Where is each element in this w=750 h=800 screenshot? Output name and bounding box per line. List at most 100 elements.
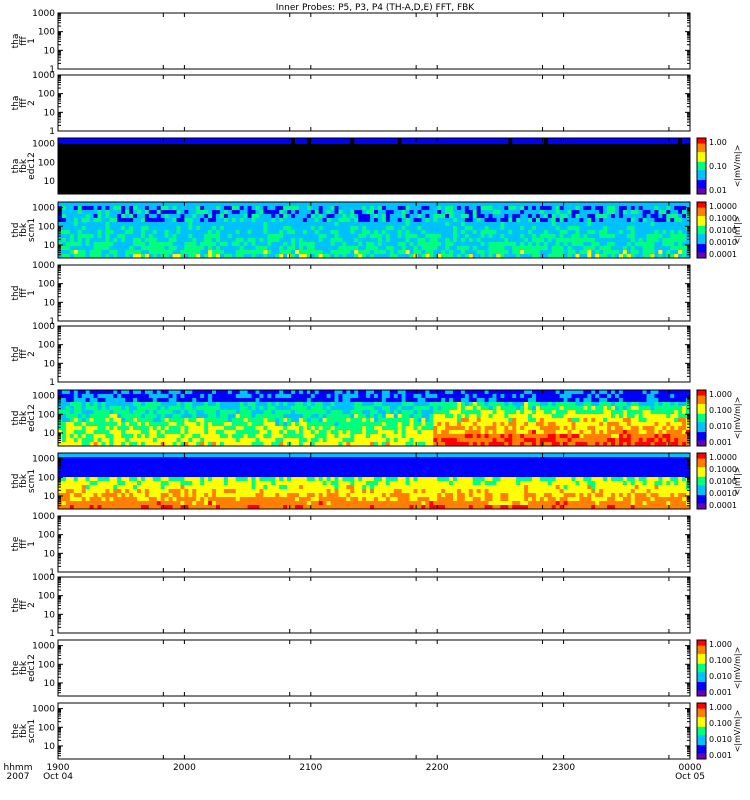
- panel-thd-fbk-edc12-cell: [306, 438, 312, 443]
- panel-thd-fbk-edc12-cell: [164, 426, 169, 431]
- panel-thd-fbk-scm1-cell: [314, 210, 320, 215]
- panel-thd-fbk-edc12-cell: [101, 438, 106, 443]
- panel-thd-fbk-scm1-cell: [441, 234, 446, 239]
- panel-thd-fbk-scm1-cell: [298, 214, 304, 219]
- panel-thd-fbk-edc12-cell: [137, 426, 142, 431]
- panel-thd-fbk-edc12-cell: [129, 434, 134, 439]
- panel-thd-fbk-scm1-cell: [342, 222, 347, 227]
- panel-thd-fbk-scm1-cell: [318, 238, 324, 243]
- panel-thd-fbk-scm1-cell: [326, 206, 331, 211]
- panel-thd-fbk-scm1-cell: [682, 202, 687, 207]
- panel-thd-fbk-scm1-cell: [575, 230, 580, 235]
- panel-thd-fbk-scm1-cell: [453, 210, 458, 215]
- panel-thd-fbk-scm1-cell: [287, 234, 292, 239]
- panel-thd-fbk-edc12-cell: [89, 430, 94, 435]
- panel-thd-fbk-scm1-cell: [271, 250, 276, 255]
- panel-tha-fbk-edc12-cell: [634, 138, 640, 144]
- panel-thd-fbk-scm1-cell: [89, 242, 94, 247]
- panel-tha-fbk-edc12-cell: [389, 138, 395, 144]
- panel-thd-fbk-scm1-cell: [500, 210, 505, 215]
- panel-thd-fbk-edc12-cell: [137, 422, 142, 427]
- panel-tha-fbk-edc12-cell: [571, 138, 576, 144]
- panel-thd-fbk-scm1-cell: [212, 246, 217, 251]
- panel-thd-fbk-scm1-cell: [358, 222, 363, 227]
- panel-thd-fbk-edc12-cell: [223, 438, 229, 443]
- panel-thd-fbk-edc12-cell: [611, 414, 616, 419]
- panel-thd-fbk-edc12-cell: [330, 430, 335, 435]
- panel-thd-fbk-scm1-cell: [492, 234, 497, 239]
- panel-thd-fbk-scm1-cell: [512, 242, 517, 247]
- panel-thd-fbk-edc12-cell: [239, 434, 245, 439]
- panel-thd-fbk-edc12-cell: [81, 398, 87, 403]
- panel-thd-fbk-edc12-cell: [85, 426, 90, 431]
- panel-thd-fbk-scm1-cell: [559, 250, 564, 255]
- panel-thd-fbk-scm1-cell: [227, 214, 233, 219]
- panel-thd-fbk-edc12-cell: [492, 414, 497, 419]
- panel-thd-fbk-scm1-cell: [405, 250, 410, 255]
- panel-thd-fbk-edc12-cell: [405, 422, 410, 427]
- panel-thd-fbk-edc12-cell: [614, 406, 620, 411]
- panel-thd-fbk-edc12-cell: [449, 390, 454, 395]
- panel-thd-fbk-edc12-cell: [504, 418, 509, 423]
- panel-thd-fbk-edc12-cell: [595, 434, 600, 439]
- panel-thd-fbk-edc12-cell: [603, 402, 608, 407]
- panel-thd-fbk-edc12-cell: [279, 422, 284, 427]
- panel-thd-fbk-scm1-cell: [73, 234, 79, 239]
- panel-thd-fbk-scm1-cell: [279, 214, 284, 219]
- panel-thd-fbk-scm1-cell: [445, 226, 450, 231]
- panel-thd-fbk-edc12-cell: [97, 438, 102, 443]
- panel-thd-fbk-edc12-cell: [512, 418, 517, 423]
- panel-thd-fbk-scm1-cell: [405, 230, 410, 235]
- panel-thd-fbk-edc12-cell: [397, 410, 403, 415]
- panel-thd-fbk-edc12-cell: [413, 402, 418, 407]
- panel-thd-fbk-edc12-cell: [389, 434, 395, 439]
- panel-thd-fbk-scm1-cell: [547, 250, 553, 255]
- panel-thd-fbk-scm1-cell: [243, 234, 248, 239]
- panel-thd-fbk-scm1-cell: [571, 202, 576, 207]
- panel-thd-fbk-edc12-cell: [275, 422, 280, 427]
- panel-thd-fbk-edc12-cell: [425, 418, 430, 423]
- panel-thd-fbk-scm1-cell: [291, 246, 296, 251]
- panel-thd-fbk-scm1-cell: [267, 246, 272, 251]
- panel-thd-fbk-scm1-cell: [559, 214, 564, 219]
- panel-thd-fbk-edc12-cell: [172, 406, 177, 411]
- panel-thd-fbk-edc12-cell: [212, 414, 217, 419]
- panel-thd-fbk-scm1-cell: [496, 242, 501, 247]
- panel-thd-fbk-edc12-cell: [370, 410, 375, 415]
- panel-thd-fbk-scm1-cell: [350, 226, 355, 231]
- panel-thd-fbk-scm1-cell: [275, 210, 280, 215]
- panel-thd-fbk-scm1-cell: [638, 238, 643, 243]
- panel-thd-fbk-scm1-cell: [381, 202, 387, 207]
- panel-thd-fbk-scm1-cell: [97, 222, 102, 227]
- panel-thd-fbk-edc12-cell: [125, 426, 130, 431]
- panel-thd-fbk-edc12-cell: [377, 426, 383, 431]
- panel-thd-fbk-edc12-cell: [460, 422, 466, 427]
- panel-thd-fbk-scm1-cell: [492, 230, 497, 235]
- panel-thd-fbk-edc12-cell: [456, 410, 462, 415]
- panel-thd-fbk-edc12-cell: [599, 434, 604, 439]
- panel-thd-fbk-edc12-cell: [563, 398, 568, 403]
- panel-thd-fbk-edc12-cell: [93, 430, 98, 435]
- panel-thd-fbk-edc12-cell: [152, 402, 158, 407]
- panel-thd-fbk-scm1-cell: [322, 206, 327, 211]
- panel-thd-fbk-edc12-cell: [73, 394, 79, 399]
- panel-thd-fbk-scm1-cell: [314, 202, 320, 207]
- panel-thd-fbk-scm1-cell: [611, 238, 616, 243]
- panel-thd-fbk-scm1-cell: [208, 238, 213, 243]
- panel-thd-fbk-scm1-cell: [172, 230, 177, 235]
- panel-thd-fbk-scm1-cell: [670, 250, 675, 255]
- panel-tha-fbk-edc12-cell: [630, 138, 636, 144]
- panel-thd-fbk-edc12-cell: [144, 434, 150, 439]
- panel-thd-fbk-scm1-cell: [338, 226, 343, 231]
- panel-thd-fbk-edc12-cell: [354, 422, 359, 427]
- panel-thd-fbk-scm1-cell: [306, 230, 312, 235]
- panel-thd-fbk-edc12-cell: [591, 422, 596, 427]
- panel-thd-fbk-scm1-cell: [484, 242, 489, 247]
- panel-thd-fbk-scm1-cell: [654, 250, 659, 255]
- panel-thd-fbk-edc12-cell: [263, 410, 268, 415]
- panel-thd-fbk-scm1-cell: [377, 218, 383, 223]
- panel-thd-fbk-edc12-cell: [93, 398, 98, 403]
- panel-thd-fbk-edc12-cell: [69, 430, 75, 435]
- panel-thd-fbk-scm1-cell: [370, 246, 375, 251]
- panel-thd-fbk-edc12-cell: [488, 394, 493, 399]
